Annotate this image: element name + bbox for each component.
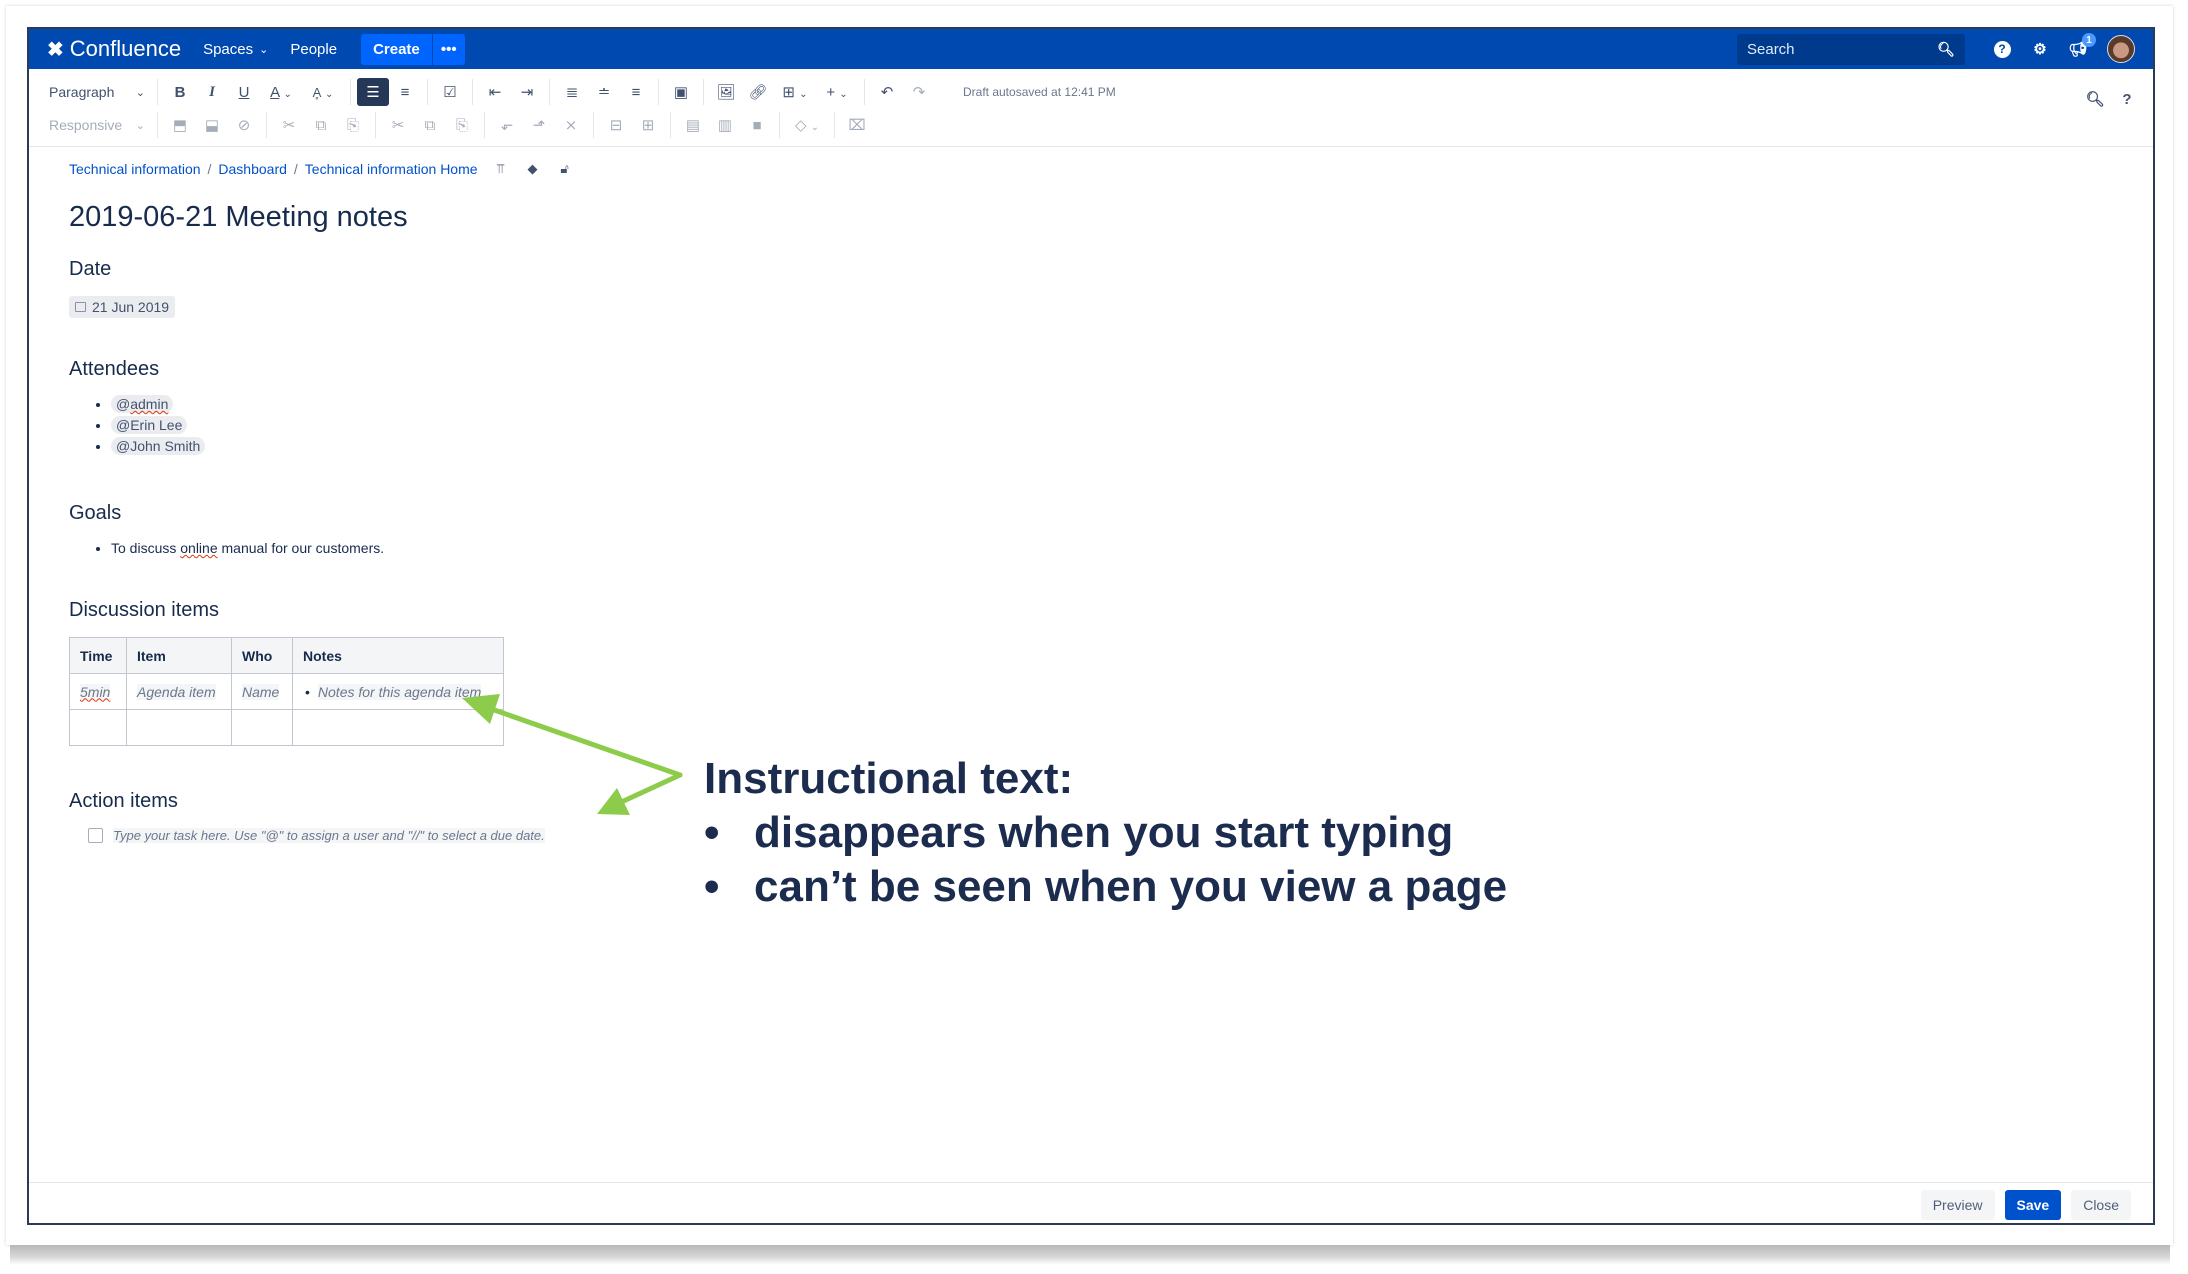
bullet-icon: • [704,808,720,857]
annotation-title: Instructional text: [704,754,1074,803]
annotation-arrow-group [462,694,683,815]
arrow-to-table-head [462,694,500,724]
bullet-icon: • [704,862,720,911]
arrow-to-task-line [612,772,683,808]
annotation-item: • can’t be seen when you view a page [704,860,1507,914]
annotation-arrows [462,694,683,815]
annotation-item-text: can’t be seen when you view a page [754,862,1508,911]
annotation-item: • disappears when you start typing [704,806,1507,860]
arrow-to-table-line [477,702,683,778]
annotation-callout: Instructional text: • disappears when yo… [704,752,1507,914]
annotation-item-text: disappears when you start typing [754,808,1454,857]
